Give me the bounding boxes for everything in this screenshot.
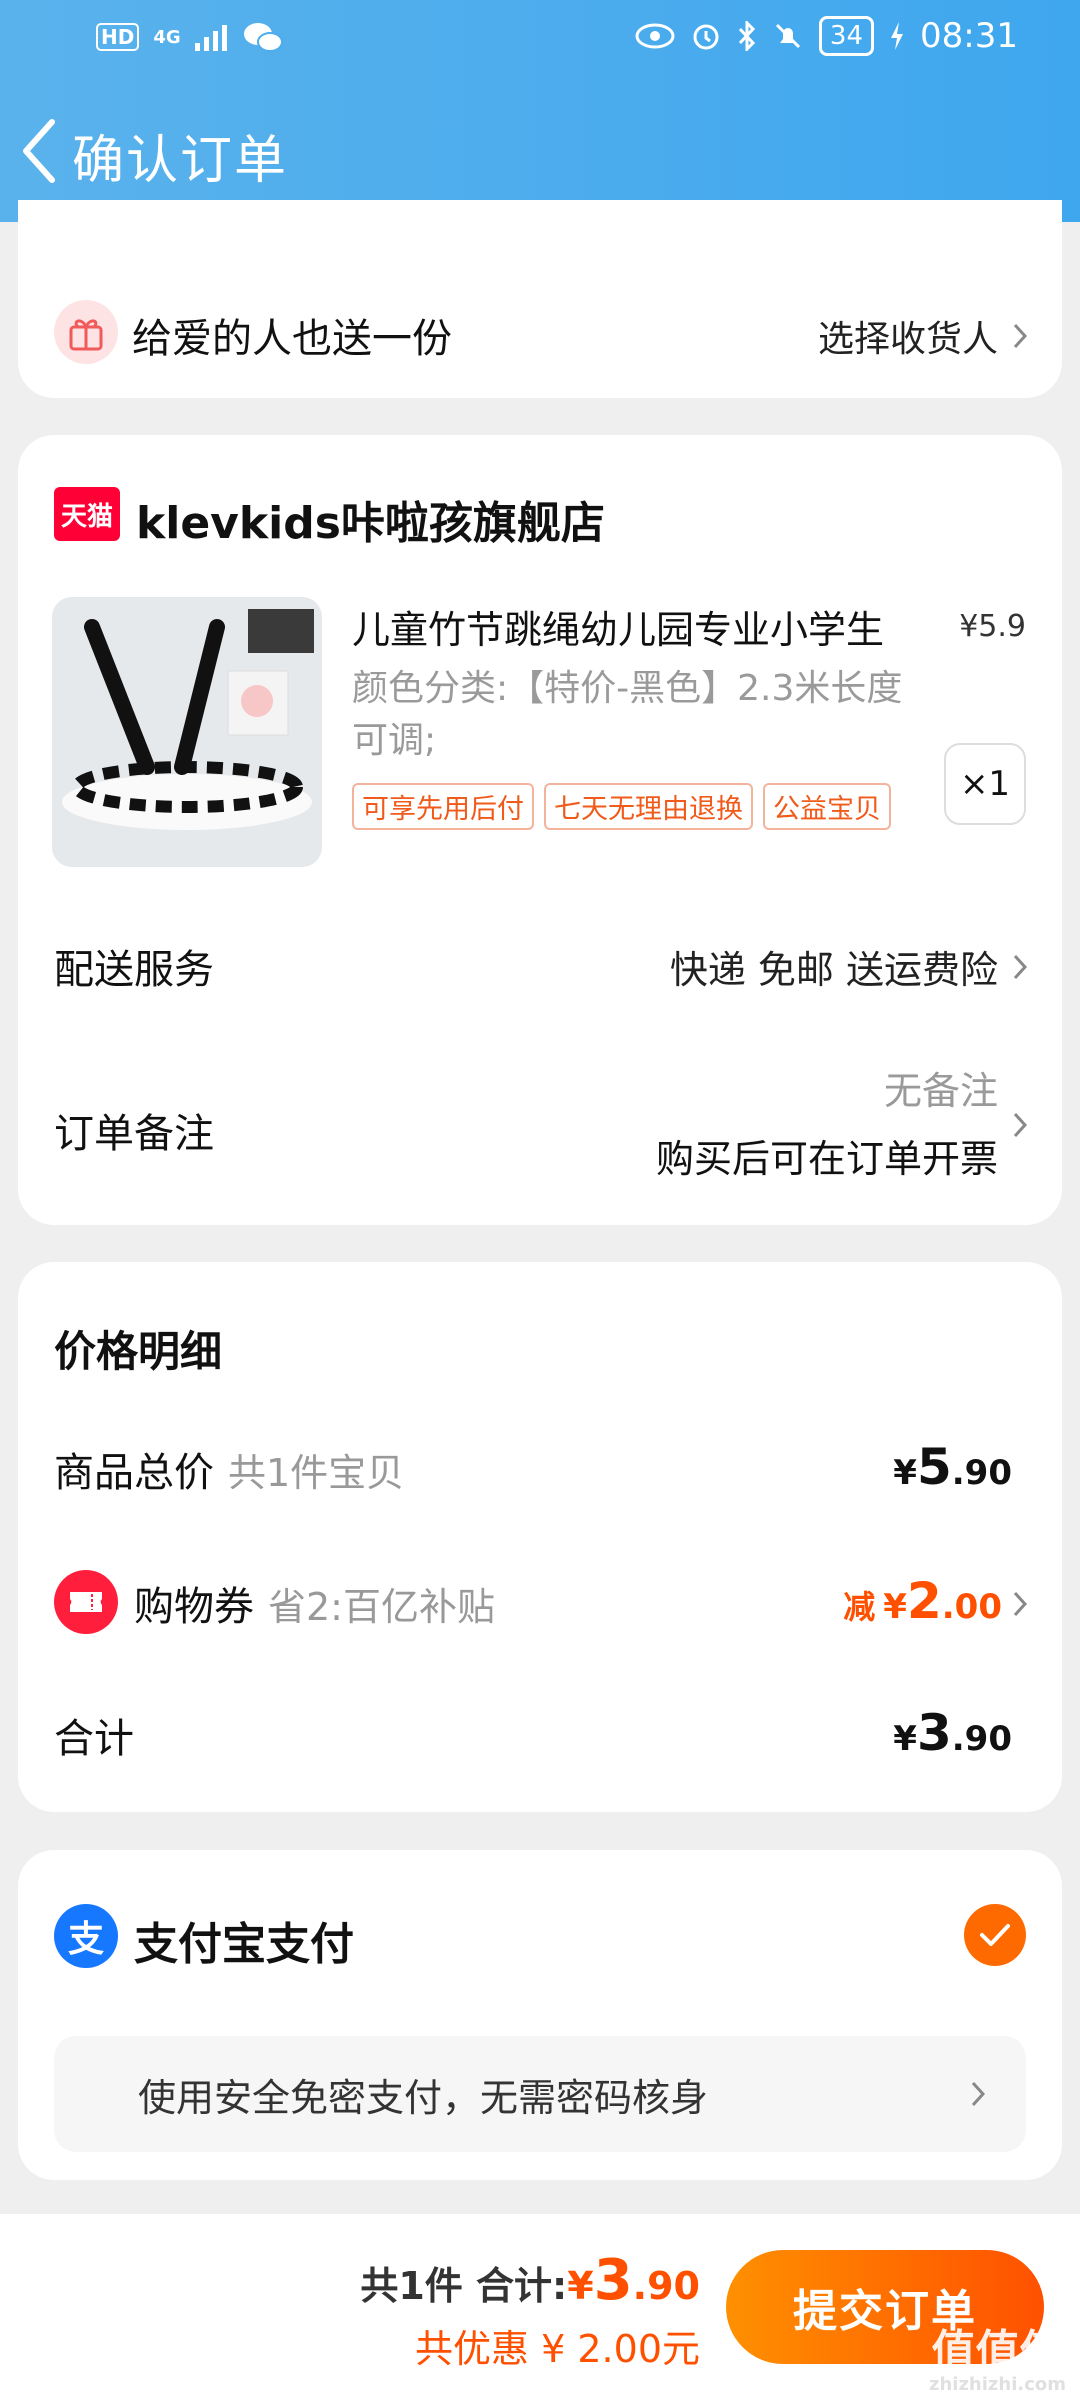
checkout-bar: 共1件 合计:¥3.90 共优惠 ¥ 2.00元 提交订单 xyxy=(0,2214,1080,2400)
total-currency: ¥ xyxy=(893,1719,917,1759)
total-label: 合计 xyxy=(54,1716,134,1762)
tmall-logo: 天猫 xyxy=(54,487,120,541)
checkout-dec: .90 xyxy=(632,2264,700,2308)
delivery-option[interactable]: 快递 免邮 送运费险 xyxy=(670,939,1028,994)
subtotal-dec: .90 xyxy=(951,1453,1012,1493)
product-thumbnail[interactable] xyxy=(52,597,322,867)
alipay-icon: 支 xyxy=(54,1904,118,1968)
back-arrow-icon[interactable] xyxy=(18,116,58,186)
network-indicator: 4G xyxy=(153,26,181,48)
gift-label: 给爱的人也送一份 xyxy=(132,316,452,362)
watermark-url: zhizhizhi.com xyxy=(928,2374,1066,2395)
chevron-right-icon xyxy=(1013,1591,1028,1617)
alarm-icon xyxy=(693,24,719,50)
subtotal-label: 商品总价 xyxy=(54,1450,214,1496)
status-left: HD 4G xyxy=(96,20,283,54)
chevron-right-icon xyxy=(971,2081,986,2107)
invoice-hint: 购买后可在订单开票 xyxy=(655,1137,998,1181)
coupon-prefix: 减 xyxy=(843,1588,876,1626)
page-title: 确认订单 xyxy=(72,131,289,191)
coupon-int: 2 xyxy=(906,1572,942,1630)
coupon-dec: .00 xyxy=(941,1587,1002,1627)
delivery-value: 快递 免邮 送运费险 xyxy=(669,948,998,992)
header-bar: HD 4G 34 08:31 确认订单 xyxy=(0,0,1080,222)
payment-card: 支 支付宝支付 使用安全免密支付，无需密码核身 xyxy=(18,1850,1062,2180)
product-spec[interactable]: 颜色分类:【特价-黑色】2.3米长度可调; xyxy=(352,663,932,767)
watermark: 值值值 zhizhizhi.com xyxy=(929,2330,1066,2396)
payment-method-name[interactable]: 支付宝支付 xyxy=(134,1908,354,1972)
gift-icon xyxy=(54,300,118,364)
checkout-summary: 共1件 合计:¥3.90 xyxy=(360,2248,700,2313)
mute-bell-icon xyxy=(775,23,800,49)
wechat-icon xyxy=(243,23,283,52)
order-note-value: 无备注 xyxy=(883,1069,998,1113)
status-right: 34 08:31 xyxy=(635,16,1018,56)
total-int: 3 xyxy=(916,1704,952,1762)
quantity-stepper[interactable]: ×1 xyxy=(944,743,1026,825)
coupon-currency: ¥ xyxy=(883,1587,907,1627)
chevron-right-icon xyxy=(1013,954,1028,979)
checkout-total-label: 合计: xyxy=(476,2264,568,2308)
clock: 08:31 xyxy=(920,16,1018,56)
chevron-right-icon xyxy=(1013,323,1028,349)
coupon-label-row: 购物券 省2:百亿补贴 xyxy=(134,1574,495,1632)
tag-charity: 公益宝贝 xyxy=(763,783,891,830)
selected-check-icon[interactable] xyxy=(964,1904,1026,1966)
chevron-right-icon xyxy=(1013,1112,1028,1138)
status-bar: HD 4G 34 08:31 xyxy=(0,0,1080,78)
checkout-int: 3 xyxy=(593,2248,633,2313)
subtotal-currency: ¥ xyxy=(893,1453,917,1493)
password-free-pay-option[interactable]: 使用安全免密支付，无需密码核身 xyxy=(54,2036,1026,2152)
tag-pay-later: 可享先用后付 xyxy=(352,783,534,830)
product-title[interactable]: 儿童竹节跳绳幼儿园专业小学生 xyxy=(352,599,932,654)
checkout-currency: ¥ xyxy=(567,2264,594,2308)
subtotal-int: 5 xyxy=(916,1438,952,1496)
item-count: 共1件 xyxy=(360,2264,463,2308)
bluetooth-icon xyxy=(738,21,756,51)
product-price: ¥5.9 xyxy=(959,609,1026,644)
subtotal-label-row: 商品总价 共1件宝贝 xyxy=(54,1440,404,1498)
price-detail-title: 价格明细 xyxy=(54,1327,223,1376)
tag-seven-day-return: 七天无理由退换 xyxy=(544,783,753,830)
delivery-label: 配送服务 xyxy=(54,947,214,993)
select-recipient-link[interactable]: 选择收货人 xyxy=(818,310,1028,362)
battery-indicator: 34 xyxy=(818,16,875,56)
total-amount: ¥3.90 xyxy=(893,1704,1012,1762)
watermark-text: 值值值 xyxy=(931,2326,1064,2377)
subtotal-count: 共1件宝贝 xyxy=(228,1451,405,1495)
coupon-amount[interactable]: 减 ¥2.00 xyxy=(843,1572,1028,1630)
product-tags: 可享先用后付 七天无理由退换 公益宝贝 xyxy=(352,783,891,830)
coupon-desc: 省2:百亿补贴 xyxy=(268,1585,495,1629)
gift-card[interactable]: 给爱的人也送一份 选择收货人 xyxy=(18,200,1062,398)
discount-summary: 共优惠 ¥ 2.00元 xyxy=(415,2327,700,2371)
charging-icon xyxy=(891,22,904,50)
shop-card: 天猫 klevkids咔啦孩旗舰店 儿童竹节跳绳幼儿园专业小学生 ¥5.9 颜色… xyxy=(18,435,1062,1225)
signal-icon xyxy=(194,25,227,51)
order-note-option[interactable]: 无备注 购买后可在订单开票 xyxy=(656,1057,1028,1193)
eye-icon xyxy=(635,23,675,49)
price-detail-card: 价格明细 商品总价 共1件宝贝 ¥5.90 购物券 省2:百亿补贴 减 ¥2.00 合… xyxy=(18,1262,1062,1812)
total-dec: .90 xyxy=(951,1719,1012,1759)
coupon-icon xyxy=(54,1570,118,1634)
password-free-pay-label: 使用安全免密支付，无需密码核身 xyxy=(138,2075,709,2120)
coupon-label: 购物券 xyxy=(134,1584,254,1630)
subtotal-amount: ¥5.90 xyxy=(893,1438,1012,1496)
shop-name[interactable]: klevkids咔啦孩旗舰店 xyxy=(136,487,605,551)
select-recipient-label: 选择收货人 xyxy=(817,319,998,360)
hd-indicator: HD xyxy=(96,23,140,51)
order-note-label: 订单备注 xyxy=(54,1111,214,1157)
